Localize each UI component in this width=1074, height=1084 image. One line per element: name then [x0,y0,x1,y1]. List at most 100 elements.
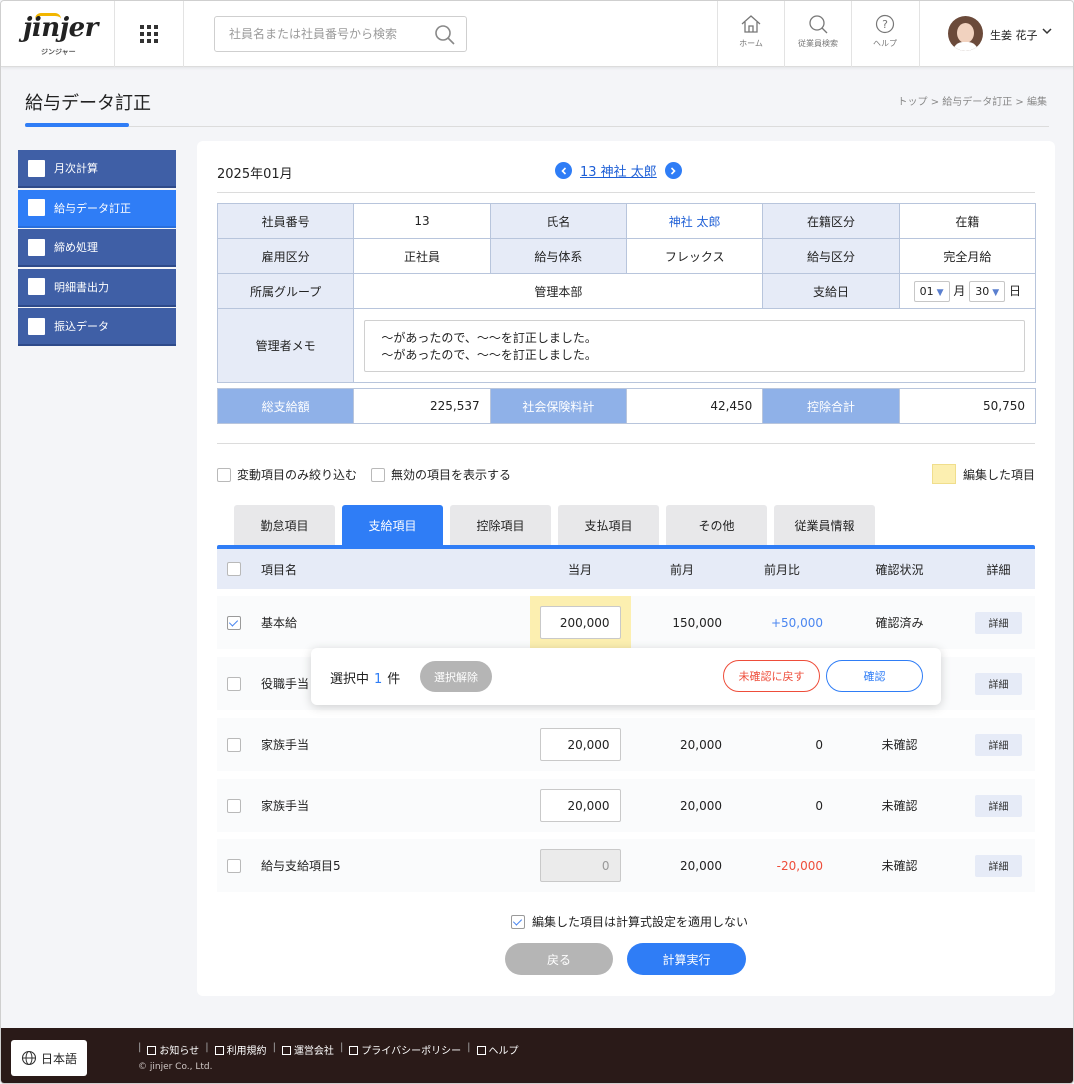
diff-value: 0 [815,737,823,752]
day-unit: 日 [1008,283,1021,298]
tab-payout-items[interactable]: 支払項目 [558,505,659,545]
month-unit: 月 [953,283,966,298]
run-calculation-button[interactable]: 計算実行 [627,943,746,975]
emp-no-value: 13 [353,203,491,239]
table-row: 給与支給項目5 20,000 -20,000 未確認 詳細 [217,839,1035,893]
current-cell [530,839,630,892]
edited-legend-label: 編集した項目 [962,467,1035,482]
employee-navigator: 13 神社 太郎 [555,161,682,180]
name-value[interactable]: 神社 太郎 [625,203,764,239]
language-selector[interactable]: 日本語 [11,1040,87,1076]
payday-day-select[interactable]: 30 ▼ [969,280,1006,302]
sidebar-item-label: 振込データ [54,320,109,333]
current-cell [530,718,630,771]
detail-button[interactable]: 詳細 [975,794,1022,817]
detail-button[interactable]: 詳細 [975,611,1022,634]
memo-textarea[interactable]: 〜があったので、〜〜を訂正しました。 〜があったので、〜〜を訂正しました。 [364,319,1025,372]
current-amount-input[interactable] [539,606,621,639]
detail-cell: 詳細 [971,839,1026,892]
help-icon: ? [875,14,895,34]
nav-help[interactable]: ? ヘルプ [851,1,918,67]
current-amount-input[interactable] [539,728,621,761]
row-checkbox[interactable] [227,737,241,752]
item-tabs: 勤怠項目 支給項目 控除項目 支払項目 その他 従業員情報 [234,505,882,545]
detail-button[interactable]: 詳細 [975,854,1022,877]
logo-subtext: ジンジャー [41,48,76,56]
deduction-value: 50,750 [898,388,1037,424]
nav-employee-search[interactable]: 従業員検索 [784,1,851,67]
search-icon[interactable] [434,24,456,46]
show-invalid-checkbox[interactable] [371,467,386,482]
next-employee-button[interactable] [664,162,682,179]
row-checkbox[interactable] [227,858,241,873]
group-value: 管理本部 [353,273,764,309]
previous-value: 150,000 [672,615,722,630]
confirm-button[interactable]: 確認 [826,660,923,692]
current-amount-input[interactable] [539,789,621,822]
select-all-checkbox[interactable] [227,562,241,576]
logo[interactable]: jinjer ジンジャー [1,1,115,67]
selection-count: 1 [374,672,383,687]
status-value: 確認済み [875,616,924,630]
tab-payment-items[interactable]: 支給項目 [342,505,443,545]
changed-only-checkbox[interactable] [217,467,231,482]
tab-other[interactable]: その他 [666,505,767,545]
tab-deduction-items[interactable]: 控除項目 [450,505,551,545]
changed-only-label[interactable]: 変動項目のみ絞り込む [237,466,357,483]
clear-selection-button[interactable]: 選択解除 [420,661,492,692]
employee-link[interactable]: 13 神社 太郎 [580,161,657,180]
row-checkbox[interactable] [227,798,241,813]
sidebar-item-monthly-calc[interactable]: 月次計算 [18,150,176,188]
nav-home[interactable]: ホーム [717,1,784,67]
nav-home-label: ホーム [739,39,763,48]
tab-attendance[interactable]: 勤怠項目 [234,505,335,545]
row-checkbox[interactable] [227,615,241,630]
tab-employee-info[interactable]: 従業員情報 [774,505,875,545]
detail-button[interactable]: 詳細 [975,672,1022,695]
detail-cell: 詳細 [971,657,1026,710]
external-link-icon [476,1046,486,1055]
payday-month-select[interactable]: 01 ▼ [913,280,950,302]
detail-cell: 詳細 [971,718,1026,771]
diff-value: 0 [815,798,823,813]
col-current-header: 当月 [567,562,592,577]
footer-link-company[interactable]: 運営会社 [281,1042,334,1057]
item-name: 給与支給項目5 [261,859,341,873]
sidebar-item-transfer-data[interactable]: 振込データ [18,308,176,346]
row-checkbox[interactable] [227,676,241,691]
menu-square-icon [28,238,45,256]
group-label: 所属グループ [216,273,355,309]
detail-button[interactable]: 詳細 [975,733,1022,756]
sidebar-item-label: 月次計算 [54,162,98,175]
language-label: 日本語 [40,1051,77,1066]
footer-link-help[interactable]: ヘルプ [476,1042,519,1057]
col-diff-header: 前月比 [763,562,800,577]
sidebar-item-closing[interactable]: 締め処理 [18,229,176,267]
revert-to-unconfirmed-button[interactable]: 未確認に戻す [723,660,820,692]
footer-link-privacy[interactable]: プライバシーポリシー [349,1042,461,1057]
footer-link-terms[interactable]: 利用規約 [214,1042,267,1057]
chevron-left-icon [560,166,566,175]
row-select-cell [227,839,241,892]
app-launcher-button[interactable] [115,1,184,67]
emp-no-label: 社員番号 [216,203,355,239]
search-input[interactable] [215,17,425,51]
insurance-value: 42,450 [625,388,764,424]
external-link-icon [281,1046,291,1055]
select-all-cell [227,549,241,589]
selection-action-bar: 選択中 1 件 選択解除 未確認に戻す 確認 [311,648,941,705]
no-formula-label[interactable]: 編集した項目は計算式設定を適用しない [532,913,748,930]
back-button[interactable]: 戻る [505,943,613,975]
no-formula-checkbox[interactable] [511,914,525,929]
sidebar-item-payslip-output[interactable]: 明細書出力 [18,268,176,307]
breadcrumb[interactable]: トップ > 給与データ訂正 > 編集 [898,93,1047,108]
current-cell [530,596,630,649]
show-invalid-label[interactable]: 無効の項目を表示する [391,466,511,483]
sidebar-item-payroll-correction[interactable]: 給与データ訂正 [18,189,176,228]
status-label: 在籍区分 [762,203,900,239]
name-label: 氏名 [489,203,627,239]
user-menu[interactable]: 生姜 花子 [919,1,1073,67]
prev-employee-button[interactable] [555,162,572,179]
status-value: 未確認 [881,738,918,752]
footer-link-news[interactable]: お知らせ [147,1042,199,1057]
